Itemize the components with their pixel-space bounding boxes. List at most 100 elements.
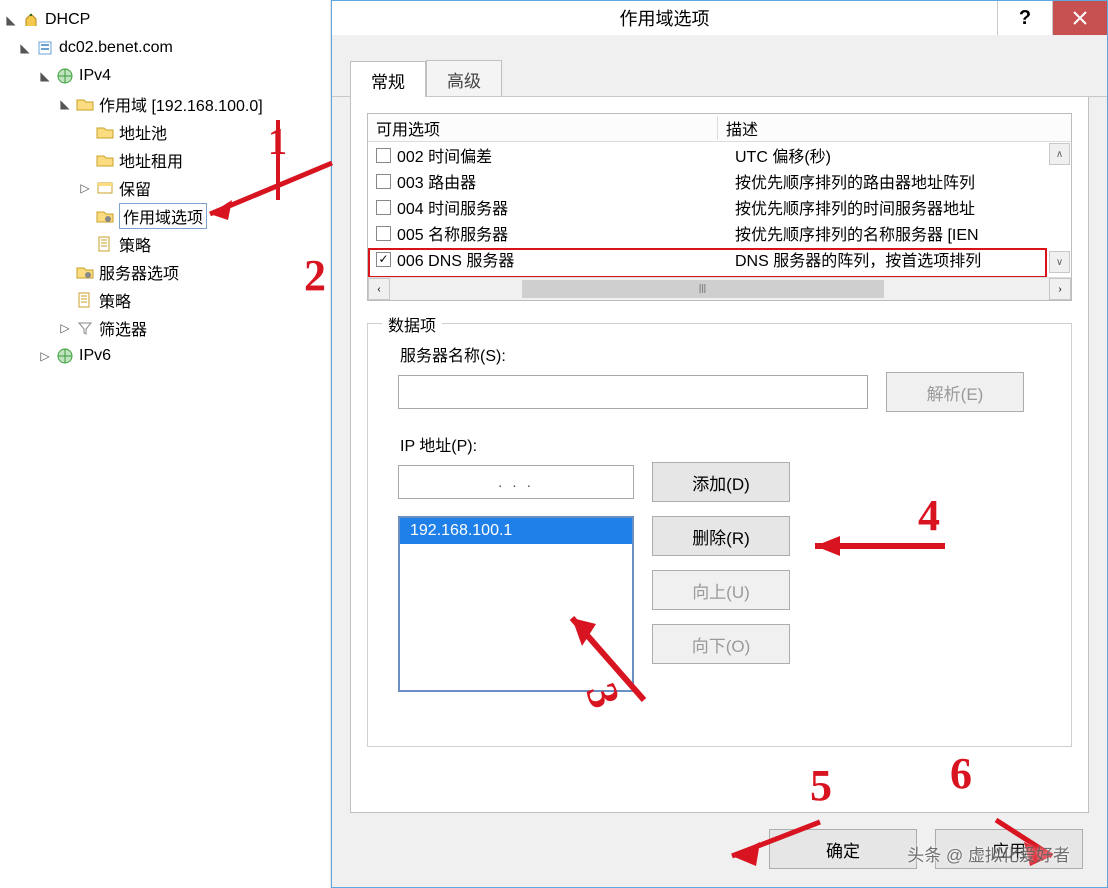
options-header: 可用选项 描述 [368, 114, 1071, 142]
collapse-icon[interactable]: ◣ [58, 97, 72, 111]
horizontal-scrollbar: ‹ Ⅲ › [368, 277, 1071, 300]
data-entry-group: 数据项 服务器名称(S): 解析(E) IP 地址(P): . . . 添加(D… [367, 323, 1072, 747]
ip-list-item-selected[interactable]: 192.168.100.1 [400, 518, 632, 544]
tree-root-dhcp[interactable]: ◣ DHCP [4, 6, 330, 34]
option-row[interactable]: 003 路由器按优先顺序排列的路由器地址阵列 [368, 168, 1071, 194]
tree-ipv4[interactable]: ◣ IPv4 [4, 62, 330, 90]
scope-folder-icon [76, 95, 94, 113]
ip-address-input[interactable]: . . . [398, 465, 634, 499]
option-checkbox[interactable] [376, 200, 391, 215]
dhcp-icon [22, 11, 40, 29]
expand-icon[interactable]: ▷ [38, 349, 52, 363]
close-icon [1072, 10, 1088, 26]
server-icon [36, 39, 54, 57]
tree-label: 作用域 [192.168.100.0] [99, 92, 263, 116]
scroll-up-button[interactable]: ∧ [1049, 143, 1070, 165]
option-desc: 按优先顺序排列的名称服务器 [IEN [727, 221, 1071, 245]
folder-gear-icon [96, 207, 114, 225]
tab-page-general: 可用选项 描述 002 时间偏差UTC 偏移(秒)003 路由器按优先顺序排列的… [350, 97, 1089, 813]
tree-server-options[interactable]: 服务器选项 [4, 258, 330, 286]
option-name: 004 时间服务器 [397, 195, 727, 219]
tree-reservations[interactable]: ▷ 保留 [4, 174, 330, 202]
option-name: 007 日志服务器 [397, 273, 727, 274]
tree-ipv6[interactable]: ▷ IPv6 [4, 342, 330, 370]
tree-label: 策略 [99, 288, 131, 312]
tab-advanced[interactable]: 高级 [426, 60, 502, 96]
tree-label: 地址租用 [119, 148, 183, 172]
option-desc: 子网上的 MIT_LCS UDP 日志服务 [727, 273, 1071, 274]
tree-label: IPv6 [79, 347, 111, 365]
option-name: 002 时间偏差 [397, 143, 727, 167]
scroll-thumb[interactable]: Ⅲ [522, 280, 884, 298]
dhcp-console-window: ◣ DHCP ◣ dc02.benet.com ◣ IPv4 ◣ 作用域 [19… [0, 0, 1108, 888]
option-name: 003 路由器 [397, 169, 727, 193]
tree-pane: ◣ DHCP ◣ dc02.benet.com ◣ IPv4 ◣ 作用域 [19… [0, 0, 331, 888]
collapse-icon[interactable]: ◣ [18, 41, 32, 55]
ipv6-icon [56, 347, 74, 365]
ip-list[interactable]: 192.168.100.1 [398, 516, 634, 692]
ip-address-label: IP 地址(P): [400, 432, 1053, 456]
tree-scope-options[interactable]: 作用域选项 [4, 202, 330, 230]
option-row[interactable]: ✓ 006 DNS 服务器DNS 服务器的阵列，按首选项排列 [368, 246, 1071, 272]
ipv4-icon [56, 67, 74, 85]
option-checkbox[interactable] [376, 148, 391, 163]
tree-label: dc02.benet.com [59, 39, 173, 57]
ok-button[interactable]: 确定 [769, 829, 917, 869]
scroll-left-button[interactable]: ‹ [368, 278, 390, 300]
add-button[interactable]: 添加(D) [652, 462, 790, 502]
tree-label: 地址池 [119, 120, 167, 144]
titlebar: 作用域选项 ? [332, 1, 1107, 35]
option-checkbox[interactable] [376, 174, 391, 189]
option-name: 005 名称服务器 [397, 221, 727, 245]
remove-button[interactable]: 删除(R) [652, 516, 790, 556]
option-name: 006 DNS 服务器 [397, 247, 727, 271]
dialog-title: 作用域选项 [332, 1, 997, 35]
watermark: 头条 @ 虚拟化爱好者 [907, 841, 1070, 866]
policy-icon [76, 291, 94, 309]
expand-icon[interactable]: ▷ [78, 181, 92, 195]
scroll-down-button[interactable]: ∨ [1049, 251, 1070, 273]
option-row[interactable]: 004 时间服务器按优先顺序排列的时间服务器地址 [368, 194, 1071, 220]
option-checkbox[interactable]: ✓ [376, 252, 391, 267]
tree-address-pool[interactable]: 地址池 [4, 118, 330, 146]
tree-leases[interactable]: 地址租用 [4, 146, 330, 174]
scroll-right-button[interactable]: › [1049, 278, 1071, 300]
server-name-input[interactable] [398, 375, 868, 409]
option-row[interactable]: 005 名称服务器按优先顺序排列的名称服务器 [IEN [368, 220, 1071, 246]
expand-icon[interactable]: ▷ [58, 321, 72, 335]
close-button[interactable] [1052, 1, 1107, 35]
collapse-icon[interactable]: ◣ [4, 13, 18, 27]
help-button[interactable]: ? [997, 1, 1052, 35]
option-desc: DNS 服务器的阵列，按首选项排列 [727, 247, 1071, 271]
option-row[interactable]: 002 时间偏差UTC 偏移(秒) [368, 142, 1071, 168]
tree-filters[interactable]: ▷ 筛选器 [4, 314, 330, 342]
tree-label: 策略 [119, 232, 151, 256]
scroll-track[interactable]: Ⅲ [390, 278, 1049, 300]
up-button[interactable]: 向上(U) [652, 570, 790, 610]
tab-general[interactable]: 常规 [350, 61, 426, 97]
column-header-desc[interactable]: 描述 [718, 116, 1071, 140]
folder-gear-icon [76, 263, 94, 281]
policy-icon [96, 235, 114, 253]
collapse-icon[interactable]: ◣ [38, 69, 52, 83]
filter-icon [76, 319, 94, 337]
tree-label: 筛选器 [99, 316, 147, 340]
option-checkbox[interactable] [376, 226, 391, 241]
tree-server[interactable]: ◣ dc02.benet.com [4, 34, 330, 62]
tree-policies[interactable]: 策略 [4, 230, 330, 258]
down-button[interactable]: 向下(O) [652, 624, 790, 664]
folder-icon [96, 179, 114, 197]
tree-policies-2[interactable]: 策略 [4, 286, 330, 314]
option-desc: 按优先顺序排列的时间服务器地址 [727, 195, 1071, 219]
tree-scope[interactable]: ◣ 作用域 [192.168.100.0] [4, 90, 330, 118]
tree-label: 作用域选项 [119, 203, 207, 229]
option-row[interactable]: 007 日志服务器子网上的 MIT_LCS UDP 日志服务 [368, 272, 1071, 274]
scope-options-dialog: 作用域选项 ? 常规 高级 可用选项 描述 002 时间偏差UTC 偏移(秒)0… [331, 0, 1108, 888]
column-header-option[interactable]: 可用选项 [368, 116, 718, 140]
resolve-button[interactable]: 解析(E) [886, 372, 1024, 412]
group-title: 数据项 [382, 312, 442, 336]
folder-icon [96, 123, 114, 141]
tree-label: 服务器选项 [99, 260, 179, 284]
tree-label: 保留 [119, 176, 151, 200]
option-desc: 按优先顺序排列的路由器地址阵列 [727, 169, 1071, 193]
